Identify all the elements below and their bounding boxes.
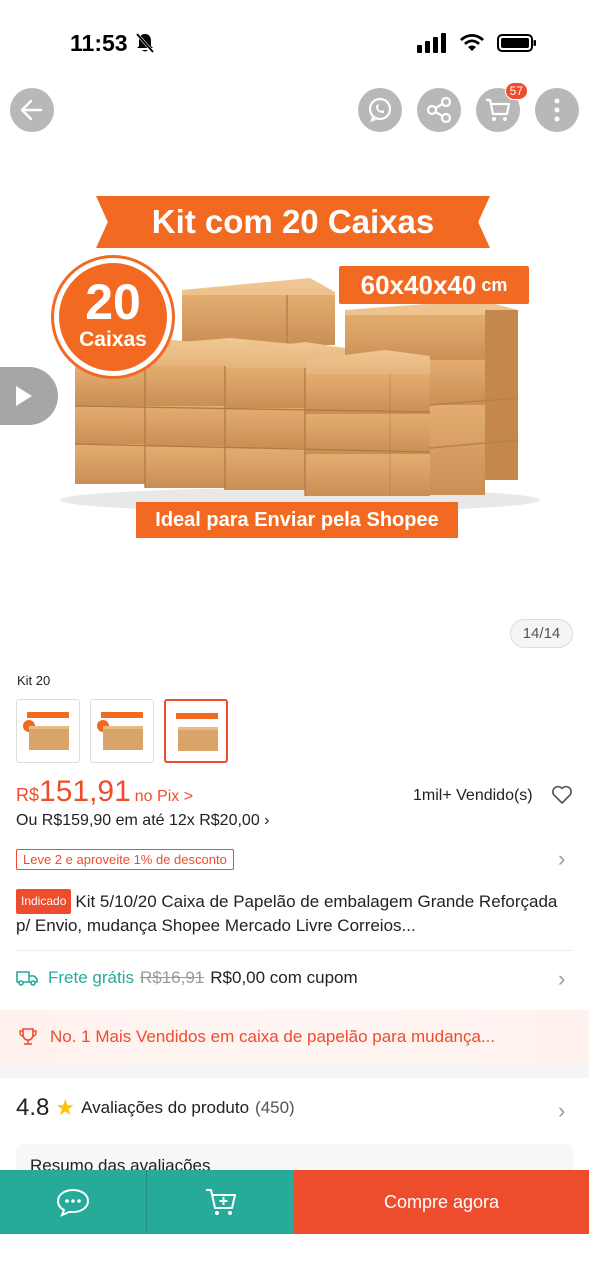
rating-count: (450) (255, 1098, 295, 1117)
product-title: Indicado Kit 5/10/20 Caixa de Papelão de … (16, 889, 572, 937)
price-value: 151,91 (39, 775, 131, 808)
rating-score: 4.8 (16, 1094, 50, 1121)
truck-icon (16, 971, 38, 986)
share-icon (426, 96, 452, 124)
promo-tag[interactable]: Leve 2 e aproveite 1% de desconto (16, 849, 234, 870)
shipping-old-price: R$16,91 (139, 968, 205, 987)
badge-number: 20 (85, 274, 141, 330)
chevron-right-icon[interactable]: › (558, 1098, 565, 1124)
installments-link[interactable]: Ou R$159,90 em até 12x R$20,00 › (16, 812, 270, 830)
status-time: 11:53 (70, 30, 128, 56)
cart-button[interactable]: 57 (476, 82, 528, 132)
rating-row[interactable]: 4.8 ★ Avaliações do produto (450) (16, 1094, 295, 1122)
play-video-button[interactable] (0, 367, 58, 425)
chat-icon (56, 1188, 90, 1217)
signal-icon (417, 33, 446, 53)
divider (16, 950, 573, 951)
heart-icon[interactable] (551, 785, 573, 805)
chevron-right-icon[interactable]: › (558, 966, 565, 992)
price: R$ 151,91 no Pix > (16, 775, 193, 809)
variant-thumb-kit-10[interactable] (90, 699, 154, 763)
trophy-icon (19, 1028, 37, 1045)
image-page-counter: 14/14 (510, 619, 573, 648)
chat-button[interactable] (0, 1170, 147, 1234)
home-indicator-area (0, 1234, 589, 1280)
more-vertical-icon (554, 98, 560, 122)
variant-thumb-kit-20[interactable] (164, 699, 228, 763)
bottom-action-bar: Compre agora (0, 1170, 589, 1234)
best-seller-text: No. 1 Mais Vendidos em caixa de papelão … (50, 1027, 496, 1046)
whatsapp-icon (368, 97, 392, 122)
free-shipping-label: Frete grátis (48, 968, 134, 987)
product-image-carousel[interactable]: Kit com 20 Caixas 20 Caixas 60x40x40 cm … (0, 160, 589, 600)
dimensions-unit: cm (481, 274, 508, 295)
star-icon: ★ (55, 1095, 76, 1120)
section-gap (0, 1064, 589, 1078)
whatsapp-share-button[interactable] (358, 88, 402, 132)
hero-banner-bottom: Ideal para Enviar pela Shopee (136, 502, 458, 538)
more-options-button[interactable] (535, 88, 579, 132)
status-bar: 11:53 (0, 0, 589, 80)
dimensions-tag: 60x40x40 cm (339, 266, 529, 304)
bell-off-icon (135, 33, 155, 53)
hero-banner-title: Kit com 20 Caixas (96, 196, 490, 248)
cart-icon (486, 98, 511, 121)
variant-thumbnails (16, 699, 228, 763)
indicado-tag: Indicado (16, 889, 72, 914)
pix-link[interactable]: no Pix > (135, 788, 193, 806)
cart-count-badge: 57 (504, 82, 528, 100)
share-button[interactable] (417, 88, 461, 132)
battery-icon (497, 34, 536, 52)
wifi-icon (460, 34, 484, 51)
badge-label: Caixas (79, 328, 147, 351)
dimensions-value: 60x40x40 (360, 269, 477, 300)
product-title-text: Kit 5/10/20 Caixa de Papelão de embalage… (16, 892, 558, 935)
best-seller-banner[interactable]: No. 1 Mais Vendidos em caixa de papelão … (0, 1010, 589, 1064)
price-currency: R$ (16, 785, 40, 805)
add-to-cart-button[interactable] (147, 1170, 294, 1234)
quantity-badge: 20 Caixas (54, 258, 172, 376)
arrow-left-icon (20, 99, 43, 121)
chevron-right-icon[interactable]: › (558, 846, 565, 872)
buy-now-button[interactable]: Compre agora (294, 1170, 589, 1234)
play-icon (16, 386, 32, 406)
back-button[interactable] (10, 88, 54, 132)
sold-count: 1mil+ Vendido(s) (413, 787, 533, 804)
rating-label: Avaliações do produto (81, 1098, 250, 1117)
shipping-new-price: R$0,00 com cupom (210, 968, 358, 987)
variant-thumb-kit-5[interactable] (16, 699, 80, 763)
cart-plus-icon (205, 1189, 236, 1215)
variant-label: Kit 20 (17, 673, 51, 688)
shipping-row[interactable]: Frete grátis R$16,91 R$0,00 com cupom (16, 968, 358, 988)
